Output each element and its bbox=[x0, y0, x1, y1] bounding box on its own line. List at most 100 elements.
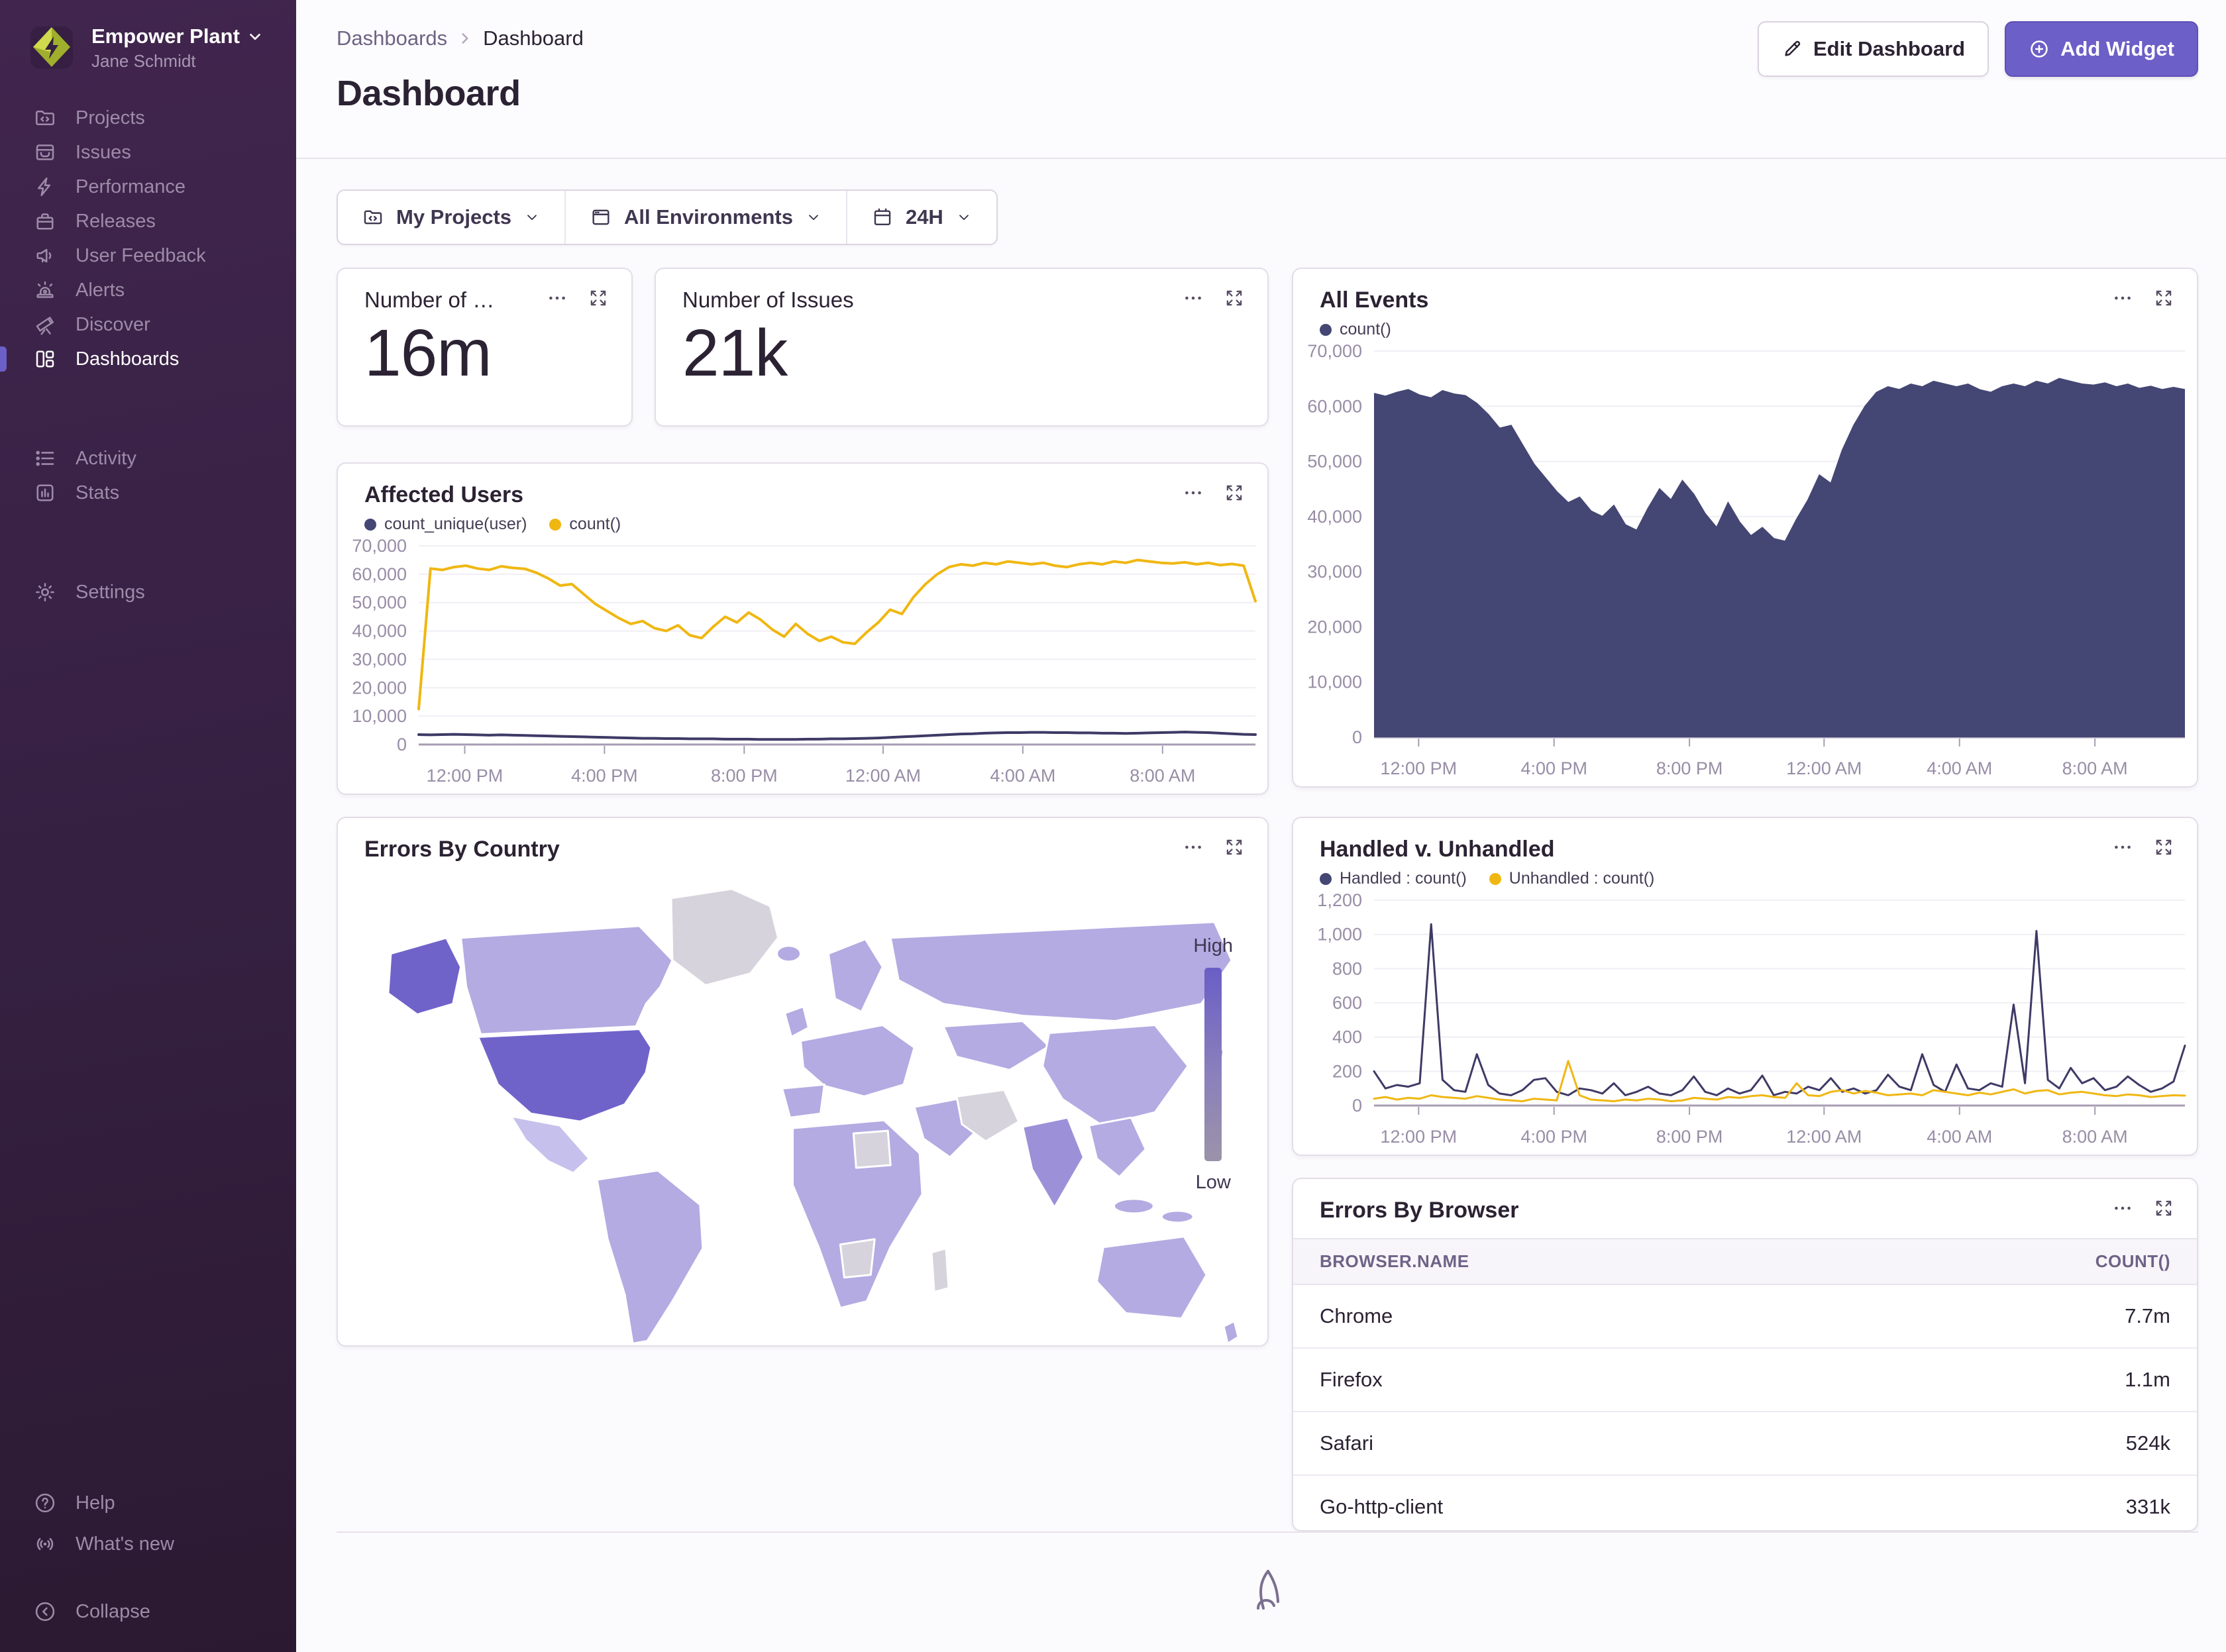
widget-menu-icon[interactable] bbox=[1183, 482, 1204, 503]
svg-text:12:00 PM: 12:00 PM bbox=[1381, 758, 1458, 778]
sentry-logo bbox=[1250, 1568, 1285, 1618]
gear-icon bbox=[33, 580, 57, 604]
map-region-alaska[interactable] bbox=[388, 938, 461, 1015]
filter-date-range[interactable]: 24H bbox=[846, 191, 996, 244]
svg-text:8:00 PM: 8:00 PM bbox=[711, 766, 778, 786]
widget-expand-icon[interactable] bbox=[1224, 287, 1245, 309]
legend-item[interactable]: Handled : count() bbox=[1320, 869, 1467, 888]
map-region-russia[interactable] bbox=[890, 922, 1232, 1021]
map-region-central-asia[interactable] bbox=[943, 1021, 1049, 1070]
sidebar-item-user-feedback[interactable]: User Feedback bbox=[0, 238, 296, 273]
map-region-indonesia[interactable] bbox=[1114, 1199, 1153, 1213]
table-row-safari[interactable]: Safari524k bbox=[1293, 1412, 2197, 1475]
main-content: Dashboards Dashboard Dashboard Edit Dash… bbox=[296, 0, 2226, 1652]
column-header-browser-name[interactable]: BROWSER.NAME bbox=[1293, 1239, 1847, 1284]
chart-legend: Handled : count() Unhandled : count() bbox=[1293, 862, 2197, 888]
table-row-firefox[interactable]: Firefox1.1m bbox=[1293, 1348, 2197, 1412]
filter-environments[interactable]: All Environments bbox=[564, 191, 846, 244]
widget-expand-icon[interactable] bbox=[2153, 837, 2174, 858]
org-switcher[interactable]: Empower Plant Jane Schmidt bbox=[0, 23, 296, 73]
sidebar-item-releases[interactable]: Releases bbox=[0, 204, 296, 238]
svg-text:4:00 AM: 4:00 AM bbox=[1927, 1127, 1992, 1147]
widget-expand-icon[interactable] bbox=[2153, 287, 2174, 309]
sidebar-item-help[interactable]: Help bbox=[0, 1482, 296, 1523]
legend-item[interactable]: count() bbox=[549, 515, 621, 534]
sidebar-item-projects[interactable]: Projects bbox=[0, 101, 296, 135]
map-region-greenland[interactable] bbox=[671, 889, 778, 986]
map-region-indonesia[interactable] bbox=[1161, 1211, 1193, 1223]
widget-expand-icon[interactable] bbox=[588, 287, 609, 309]
map-region-angola[interactable] bbox=[840, 1239, 874, 1278]
sidebar-item-stats[interactable]: Stats bbox=[0, 476, 296, 510]
map-region-australia[interactable] bbox=[1097, 1237, 1207, 1319]
map-region-madagascar[interactable] bbox=[931, 1249, 949, 1292]
widget-menu-icon[interactable] bbox=[2112, 837, 2133, 858]
widget-menu-icon[interactable] bbox=[1183, 837, 1204, 858]
issues-icon bbox=[33, 140, 57, 164]
sidebar-item-alerts[interactable]: Alerts bbox=[0, 273, 296, 307]
svg-text:60,000: 60,000 bbox=[352, 564, 407, 584]
svg-text:4:00 PM: 4:00 PM bbox=[1520, 1127, 1587, 1147]
sidebar-item-settings[interactable]: Settings bbox=[0, 575, 296, 609]
svg-text:40,000: 40,000 bbox=[352, 621, 407, 641]
map-region-se-asia[interactable] bbox=[1089, 1117, 1146, 1177]
add-widget-button[interactable]: Add Widget bbox=[2005, 21, 2198, 77]
edit-dashboard-button[interactable]: Edit Dashboard bbox=[1758, 21, 1989, 77]
widget-expand-icon[interactable] bbox=[1224, 482, 1245, 503]
calendar-icon bbox=[871, 206, 894, 229]
map-region-iberia[interactable] bbox=[782, 1084, 825, 1117]
sidebar-item-label: Dashboards bbox=[76, 348, 179, 370]
widget-menu-icon[interactable] bbox=[2112, 1198, 2133, 1219]
column-header-count[interactable]: COUNT() bbox=[1847, 1239, 2197, 1284]
svg-text:8:00 AM: 8:00 AM bbox=[2062, 1127, 2128, 1147]
map-region-libya[interactable] bbox=[853, 1131, 890, 1168]
sidebar-item-activity[interactable]: Activity bbox=[0, 441, 296, 476]
table-row-chrome[interactable]: Chrome7.7m bbox=[1293, 1284, 2197, 1348]
legend-item[interactable]: count_unique(user) bbox=[364, 515, 527, 534]
svg-text:10,000: 10,000 bbox=[352, 706, 407, 726]
chevron-down-icon bbox=[955, 209, 973, 226]
edit-dashboard-label: Edit Dashboard bbox=[1813, 37, 1965, 61]
widget-menu-icon[interactable] bbox=[1183, 287, 1204, 309]
map-region-usa[interactable] bbox=[478, 1029, 651, 1121]
sidebar-item-whats-new[interactable]: What's new bbox=[0, 1523, 296, 1565]
svg-text:70,000: 70,000 bbox=[1307, 341, 1362, 361]
map-region-new-zealand[interactable] bbox=[1224, 1321, 1238, 1343]
widget-title: Affected Users bbox=[364, 482, 523, 508]
sidebar-item-performance[interactable]: Performance bbox=[0, 170, 296, 204]
filter-bar: My ProjectsAll Environments24H bbox=[337, 189, 998, 245]
sidebar-item-dashboards[interactable]: Dashboards bbox=[0, 342, 296, 376]
legend-item[interactable]: count() bbox=[1320, 320, 1391, 339]
affected-users-chart[interactable]: 010,00020,00030,00040,00050,00060,00070,… bbox=[338, 534, 1267, 794]
map-gradient-bar bbox=[1204, 968, 1222, 1161]
sidebar-item-discover[interactable]: Discover bbox=[0, 307, 296, 342]
sidebar-nav-settings: Settings bbox=[0, 575, 296, 609]
sidebar-item-collapse[interactable]: Collapse bbox=[0, 1591, 296, 1632]
breadcrumb-dashboards-link[interactable]: Dashboards bbox=[337, 26, 447, 50]
widget-expand-icon[interactable] bbox=[1224, 837, 1245, 858]
widget-menu-icon[interactable] bbox=[2112, 287, 2133, 309]
sidebar-item-label: Releases bbox=[76, 211, 156, 232]
chart-legend: count() bbox=[1293, 313, 2197, 339]
legend-item[interactable]: Unhandled : count() bbox=[1489, 869, 1655, 888]
world-map[interactable]: High Low bbox=[338, 862, 1267, 1347]
map-region-uk[interactable] bbox=[785, 1007, 809, 1037]
widget-expand-icon[interactable] bbox=[2153, 1198, 2174, 1219]
widget-menu-icon[interactable] bbox=[547, 287, 568, 309]
legend-label: Unhandled : count() bbox=[1509, 869, 1655, 888]
all-events-chart[interactable]: 010,00020,00030,00040,00050,00060,00070,… bbox=[1293, 339, 2197, 786]
widget-title: All Events bbox=[1320, 287, 1428, 313]
map-region-india[interactable] bbox=[1023, 1117, 1084, 1208]
map-region-canada[interactable] bbox=[461, 926, 672, 1035]
map-region-china[interactable] bbox=[1043, 1025, 1189, 1125]
map-region-iceland[interactable] bbox=[777, 946, 801, 962]
sidebar-item-issues[interactable]: Issues bbox=[0, 135, 296, 170]
map-region-south-america[interactable] bbox=[597, 1170, 703, 1343]
map-region-scandinavia[interactable] bbox=[828, 939, 882, 1012]
table-row-go-http-client[interactable]: Go-http-client331k bbox=[1293, 1475, 2197, 1531]
handled-unhandled-chart[interactable]: 02004006008001,0001,20012:00 PM4:00 PM8:… bbox=[1293, 888, 2197, 1155]
map-region-mexico[interactable] bbox=[511, 1116, 589, 1173]
filter-projects[interactable]: My Projects bbox=[338, 191, 564, 244]
plus-circle-icon bbox=[2029, 38, 2050, 60]
sidebar-item-label: Activity bbox=[76, 448, 136, 470]
